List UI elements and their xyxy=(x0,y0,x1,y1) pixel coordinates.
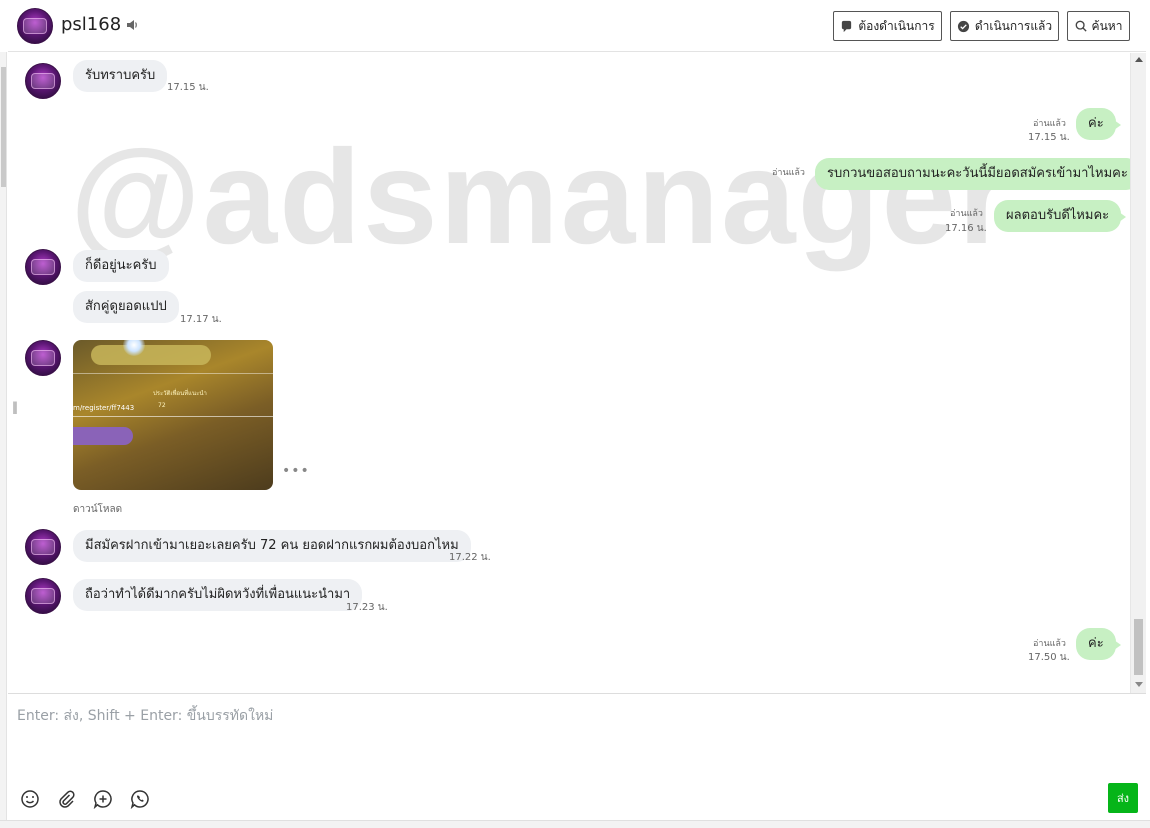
avatar-logo xyxy=(31,539,55,555)
image-text: m/register/ff7443 xyxy=(73,404,135,412)
outgoing-message[interactable]: ค่ะ xyxy=(1076,108,1121,140)
image-text: ประวัติเพื่อนที่แนะนำ xyxy=(153,390,207,397)
call-icon[interactable] xyxy=(130,789,150,810)
emoji-icon[interactable] xyxy=(20,789,40,809)
sender-avatar[interactable] xyxy=(25,249,61,285)
sender-avatar[interactable] xyxy=(25,578,61,614)
search-button-label: ค้นหา xyxy=(1091,18,1123,33)
incoming-message[interactable]: ถือว่าทำได้ดีมากครับไม่ผิดหวังที่เพื่อนแ… xyxy=(73,579,363,611)
read-receipt: อ่านแล้ว xyxy=(950,209,983,219)
sender-avatar[interactable] xyxy=(25,340,61,376)
incoming-message[interactable]: รับทราบครับ xyxy=(73,60,168,92)
done-button-label: ดำเนินการแล้ว xyxy=(974,18,1053,33)
message-time: 17.15 น. xyxy=(1028,132,1070,143)
done-button[interactable]: ดำเนินการแล้ว xyxy=(950,11,1059,41)
message-time: 17.50 น. xyxy=(1028,652,1070,663)
todo-icon xyxy=(842,20,852,32)
image-text: 72 xyxy=(158,402,166,409)
message-time: 17.17 น. xyxy=(180,314,222,325)
left-scrollbar[interactable] xyxy=(0,52,7,828)
incoming-message[interactable]: มีสมัครฝากเข้ามาเยอะเลยครับ 72 คน ยอดฝาก… xyxy=(73,530,471,562)
more-options-icon[interactable]: ••• xyxy=(282,463,310,479)
image-divider xyxy=(73,416,273,417)
message-time: 17.16 น. xyxy=(945,223,987,234)
message-list[interactable]: @adsmanager รับทราบครับ 17.15 น. อ่านแล้… xyxy=(8,53,1130,693)
chat-avatar[interactable] xyxy=(17,8,53,44)
download-link[interactable]: ดาวน์โหลด xyxy=(73,502,122,517)
chat-name[interactable]: psl168 xyxy=(61,14,121,35)
image-banner xyxy=(91,345,211,365)
search-icon xyxy=(1075,20,1087,32)
outgoing-message[interactable]: รบกวนขอสอบถามนะคะวันนี้มียอดสมัครเข้ามาไ… xyxy=(815,158,1130,190)
message-scrollbar[interactable] xyxy=(1130,53,1146,693)
watermark: @adsmanager xyxy=(70,123,1013,272)
message-time: 17.15 น. xyxy=(167,82,209,93)
message-scrollbar-thumb[interactable] xyxy=(1134,619,1143,675)
scroll-up-arrow[interactable] xyxy=(1135,57,1143,62)
search-button[interactable]: ค้นหา xyxy=(1067,11,1130,41)
message-input[interactable] xyxy=(8,694,1146,774)
scroll-down-arrow[interactable] xyxy=(1135,682,1143,687)
message-time: 17.23 น. xyxy=(346,602,388,613)
todo-button-label: ต้องดำเนินการ xyxy=(858,18,935,33)
read-receipt: อ่านแล้ว xyxy=(1033,119,1066,129)
image-divider xyxy=(73,373,273,374)
message-time: 17.22 น. xyxy=(449,552,491,563)
sender-avatar[interactable] xyxy=(25,63,61,99)
left-scrollbar-thumb[interactable] xyxy=(1,67,6,187)
chat-app: psl168 ต้องดำเนินการ ดำเนินการแล้ว ค้นหา… xyxy=(0,0,1150,828)
incoming-message[interactable]: ก็ดีอยู่นะครับ xyxy=(73,250,169,282)
add-icon[interactable] xyxy=(93,789,113,810)
outgoing-message[interactable]: ผลตอบรับดีไหมคะ xyxy=(994,200,1127,232)
outgoing-message[interactable]: ค่ะ xyxy=(1076,628,1121,660)
bottom-edge xyxy=(0,820,1150,828)
read-receipt: อ่านแล้ว xyxy=(1033,639,1066,649)
avatar-logo xyxy=(31,259,55,275)
avatar-logo xyxy=(31,350,55,366)
incoming-message[interactable]: สักคู่ดูยอดแปป xyxy=(73,291,179,323)
avatar-logo xyxy=(31,73,55,89)
sender-avatar[interactable] xyxy=(25,529,61,565)
image-message[interactable]: ประวัติเพื่อนที่แนะนำ 72 m/register/ff74… xyxy=(73,340,273,490)
read-receipt: อ่านแล้ว xyxy=(772,168,805,178)
avatar-logo xyxy=(23,18,47,34)
image-button-shape xyxy=(73,427,133,445)
done-icon xyxy=(957,20,969,32)
avatar-logo xyxy=(31,588,55,604)
speaker-icon[interactable] xyxy=(125,17,139,36)
todo-button[interactable]: ต้องดำเนินการ xyxy=(833,11,942,41)
resize-handle[interactable]: ‖ xyxy=(12,400,18,414)
send-button[interactable]: ส่ง xyxy=(1108,783,1138,813)
chat-header: psl168 ต้องดำเนินการ ดำเนินการแล้ว ค้นหา xyxy=(8,0,1146,52)
attach-icon[interactable] xyxy=(56,789,76,809)
message-composer: ส่ง xyxy=(8,693,1146,820)
